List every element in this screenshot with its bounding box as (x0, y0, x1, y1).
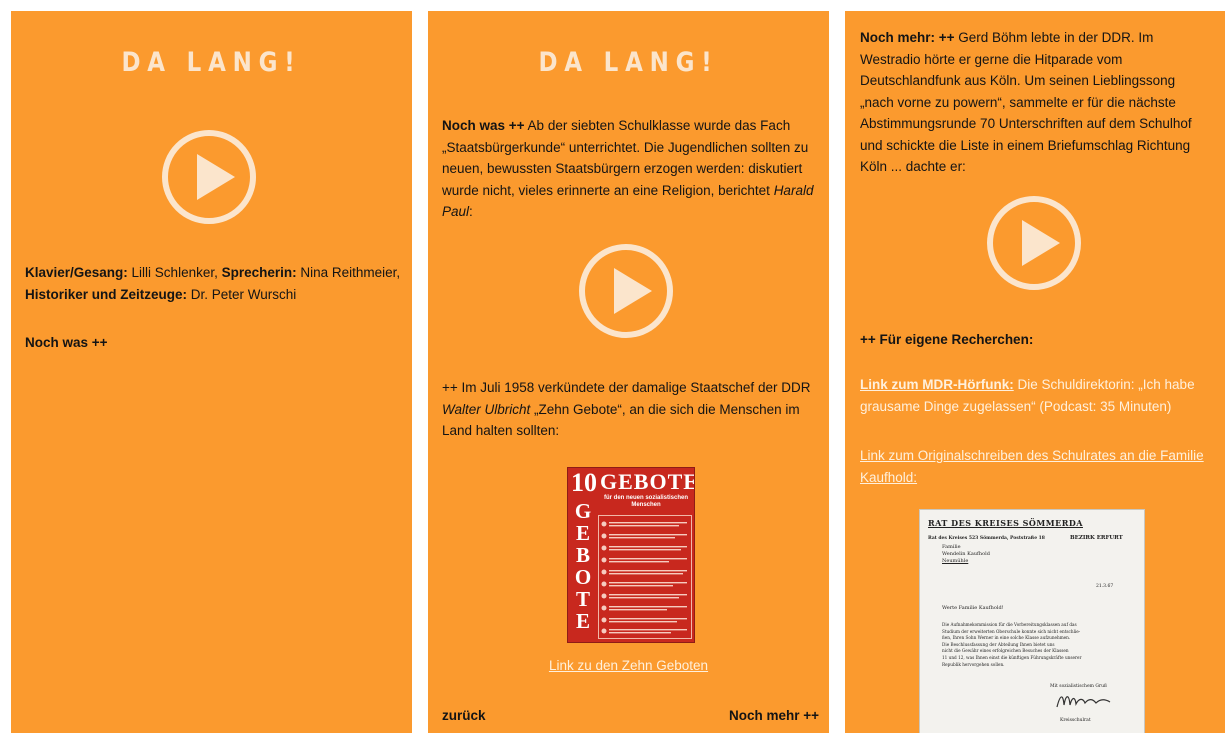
signature-icon (1056, 696, 1111, 708)
noch-was-link[interactable]: Noch was ++ (25, 332, 108, 354)
mdr-podcast-link[interactable]: Link zum MDR-Hörfunk: Die Schuldirektori… (860, 374, 1212, 417)
next-link[interactable]: Noch mehr ++ (729, 705, 819, 727)
play-icon[interactable] (984, 193, 1084, 293)
letter-district: BEZIRK ERFURT (1070, 535, 1123, 541)
schulrat-letter-image[interactable]: RAT DES KREISES SÖMMERDA Rat des Kreises… (919, 509, 1145, 733)
zehn-gebote-poster[interactable]: 10 GEBOTE für den neuen sozialistischen … (567, 467, 695, 643)
letter-closing: Mit sozialistischem Gruß (1050, 684, 1107, 689)
letter-header: RAT DES KREISES SÖMMERDA (928, 518, 1083, 528)
poster-heading: GEBOTE (600, 469, 695, 494)
poster-number: 10 (571, 468, 597, 497)
letter-signer: Kreisschulrat (1060, 718, 1091, 723)
panel-noch-mehr: Noch mehr: ++ Gerd Böhm lebte in der DDR… (845, 11, 1225, 733)
play-icon[interactable] (576, 241, 676, 341)
letter-recipient: Familie Wendelin Kaufhold Neumühle (942, 544, 990, 564)
letter-salutation: Werte Familie Kaufhold! (942, 605, 1004, 611)
letter-body: Die Aufnahmekommission für die Vorbereit… (942, 622, 1082, 667)
intro-text: Noch was ++ Ab der siebten Schulklasse w… (442, 118, 814, 219)
play-icon[interactable] (159, 127, 259, 227)
poster-side-letters: G E B O T E (574, 499, 592, 633)
zehn-gebote-link[interactable]: Link zu den Zehn Geboten (428, 655, 829, 677)
letter-sender: Rat des Kreises 523 Sömmerda, Poststraße… (928, 536, 1045, 541)
panel-noch-was: DA LANG! Noch was ++ Ab der siebten Schu… (428, 11, 829, 733)
poster-commandments (598, 515, 692, 639)
panel-intro: DA LANG! Klavier/Gesang: Lilli Schlenker… (11, 11, 412, 733)
research-heading: ++ Für eigene Recherchen: (860, 332, 1034, 347)
back-link[interactable]: zurück (442, 705, 486, 727)
poster-subheading: für den neuen sozialistischen Menschen (603, 495, 689, 508)
panel-title: DA LANG! (538, 47, 719, 78)
panel-title: DA LANG! (121, 47, 302, 78)
ulbricht-text: ++ Im Juli 1958 verkündete der damalige … (442, 380, 811, 438)
credits-text: Klavier/Gesang: Lilli Schlenker, Spreche… (25, 265, 401, 302)
schulrat-letter-link[interactable]: Link zum Originalschreiben des Schulrate… (860, 445, 1212, 488)
intro-text: Noch mehr: ++ Gerd Böhm lebte in der DDR… (860, 30, 1192, 174)
letter-date: 21.3.67 (1096, 584, 1114, 589)
